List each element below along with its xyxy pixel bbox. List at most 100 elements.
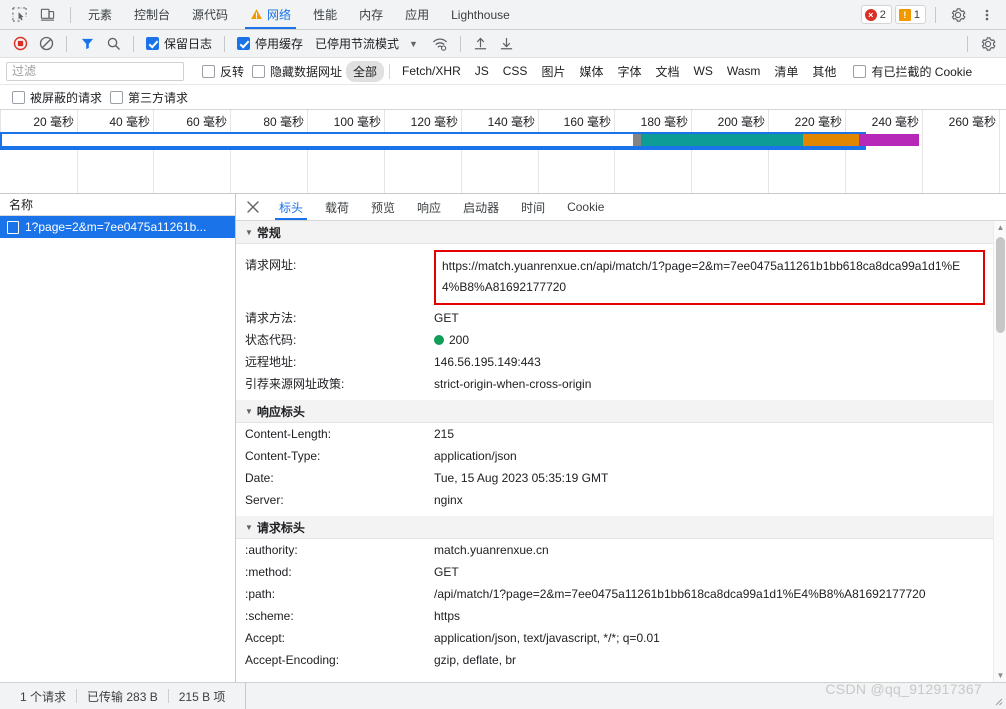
invert-checkbox[interactable]: 反转 <box>198 63 248 80</box>
tab-label: Lighthouse <box>451 7 510 22</box>
network-conditions-icon[interactable] <box>428 32 452 56</box>
row-value: strict-origin-when-cross-origin <box>434 377 592 391</box>
tab-label: 标头 <box>279 200 304 215</box>
filter-type-media[interactable]: 媒体 <box>572 61 610 82</box>
checkbox-box <box>110 90 124 104</box>
gear-icon[interactable] <box>945 2 971 28</box>
resize-grip-icon[interactable] <box>992 695 1004 707</box>
tab-label: 元素 <box>88 8 113 22</box>
disable-cache-checkbox[interactable]: 停用缓存 <box>233 35 307 52</box>
preserve-log-checkbox[interactable]: 保留日志 <box>142 35 216 52</box>
filter-input[interactable] <box>6 61 184 81</box>
filter-type-js[interactable]: JS <box>468 62 496 80</box>
record-stop-icon[interactable] <box>8 32 32 56</box>
blocked-cookies-checkbox[interactable]: 有已拦截的 Cookie <box>849 63 976 80</box>
section-response-headers-header[interactable]: ▼ 响应标头 <box>236 400 993 423</box>
network-filter-bar-secondary: 被屏蔽的请求 第三方请求 <box>0 85 1006 110</box>
section-request-headers-header[interactable]: ▼ 请求标头 <box>236 516 993 539</box>
tab-payload[interactable]: 载荷 <box>314 194 360 220</box>
more-vertical-icon[interactable] <box>974 2 1000 28</box>
overview-segment-dns <box>641 134 803 146</box>
filter-type-img[interactable]: 图片 <box>534 61 572 82</box>
filter-type-doc[interactable]: 文档 <box>648 61 686 82</box>
tab-memory[interactable]: 内存 <box>348 0 394 29</box>
third-party-checkbox[interactable]: 第三方请求 <box>106 89 192 106</box>
filter-type-other[interactable]: 其他 <box>805 61 843 82</box>
network-toolbar-right <box>961 32 1000 56</box>
row-key: :method: <box>245 565 292 579</box>
inspect-element-icon[interactable] <box>6 2 32 28</box>
scroll-up-arrow-icon[interactable]: ▲ <box>994 221 1006 234</box>
detail-vertical-scrollbar[interactable]: ▲ ▼ <box>993 221 1006 682</box>
tab-console[interactable]: 控制台 <box>123 0 181 29</box>
tab-timing[interactable]: 时间 <box>510 194 556 220</box>
disable-cache-label: 停用缓存 <box>255 37 304 51</box>
warning-count: 1 <box>913 8 920 21</box>
tab-lighthouse[interactable]: Lighthouse <box>440 0 521 29</box>
triangle-down-icon: ▼ <box>245 406 253 416</box>
warning-count-badge[interactable]: ! 1 <box>894 5 926 24</box>
filter-type-all[interactable]: 全部 <box>346 60 385 82</box>
devtools-main-tabs: 元素 控制台 源代码 网络 性能 内存 应用 Lighthouse <box>77 0 521 29</box>
filter-type-font[interactable]: 字体 <box>610 61 648 82</box>
filter-type-ws[interactable]: WS <box>687 62 720 80</box>
tab-cookie[interactable]: Cookie <box>556 194 615 220</box>
search-icon[interactable] <box>101 32 125 56</box>
hide-data-urls-checkbox[interactable]: 隐藏数据网址 <box>248 63 346 80</box>
row-value-wrap: https://match.yuanrenxue.cn/api/match/1?… <box>434 250 993 305</box>
tab-label: 网络 <box>267 8 292 22</box>
filter-type-wasm[interactable]: Wasm <box>720 62 768 80</box>
export-har-icon[interactable] <box>495 32 519 56</box>
tab-network[interactable]: 网络 <box>239 0 302 29</box>
network-filter-bar: 反转 隐藏数据网址 全部 Fetch/XHR JS CSS 图片 媒体 字体 文… <box>0 58 1006 85</box>
tabbar-right-controls: × 2 ! 1 <box>860 0 1006 29</box>
tab-response[interactable]: 响应 <box>406 194 452 220</box>
tab-sources[interactable]: 源代码 <box>181 0 239 29</box>
tab-label: 时间 <box>521 200 546 215</box>
request-name: 1?page=2&m=7ee0475a11261b... <box>25 220 207 234</box>
network-toolbar: 保留日志 停用缓存 已停用节流模式 ▼ <box>0 30 1006 58</box>
headers-scroll-area: ▼ 常规 请求网址: https://match.yuanrenxue.cn/a… <box>236 221 1006 682</box>
section-general-header[interactable]: ▼ 常规 <box>236 221 993 244</box>
scrollbar-thumb[interactable] <box>996 237 1005 333</box>
row-key: 请求方法: <box>245 311 297 325</box>
filter-type-manifest[interactable]: 清单 <box>767 61 805 82</box>
row-key: Content-Type: <box>245 449 321 463</box>
scroll-down-arrow-icon[interactable]: ▼ <box>994 669 1006 682</box>
throttling-select[interactable]: 已停用节流模式 <box>309 35 401 52</box>
timeline-tick-label: 180 毫秒 <box>640 115 688 129</box>
filter-type-fetch-xhr[interactable]: Fetch/XHR <box>395 62 468 80</box>
blocked-requests-label: 被屏蔽的请求 <box>30 90 103 105</box>
error-count-badge[interactable]: × 2 <box>860 5 892 24</box>
timeline-tick-label: 20 毫秒 <box>33 115 74 129</box>
import-har-icon[interactable] <box>469 32 493 56</box>
request-row[interactable]: 1?page=2&m=7ee0475a11261b... <box>0 216 235 238</box>
request-url-highlight[interactable]: https://match.yuanrenxue.cn/api/match/1?… <box>434 250 985 305</box>
network-overview-timeline[interactable]: 20 毫秒 40 毫秒 60 毫秒 80 毫秒 100 毫秒 120 毫秒 14… <box>0 110 1006 194</box>
row-key: Accept: <box>245 631 286 645</box>
tab-elements[interactable]: 元素 <box>77 0 123 29</box>
gear-icon[interactable] <box>976 32 1000 56</box>
row-value: /api/match/1?page=2&m=7ee0475a11261b1bb6… <box>434 587 926 601</box>
tabbar-right-divider <box>935 6 936 23</box>
device-toolbar-icon[interactable] <box>34 2 60 28</box>
warning-triangle-icon <box>250 8 263 21</box>
chevron-down-icon[interactable]: ▼ <box>403 39 426 49</box>
request-list-column-header[interactable]: 名称 <box>0 194 235 216</box>
tab-performance[interactable]: 性能 <box>302 0 348 29</box>
tab-preview[interactable]: 预览 <box>360 194 406 220</box>
section-title: 响应标头 <box>256 404 305 419</box>
tab-initiator[interactable]: 启动器 <box>452 194 510 220</box>
filter-icon[interactable] <box>75 32 99 56</box>
tab-label: 预览 <box>371 200 396 215</box>
close-icon[interactable] <box>238 194 268 220</box>
filter-type-css[interactable]: CSS <box>496 62 535 80</box>
status-resources: 215 B 项 <box>178 689 226 704</box>
clear-icon[interactable] <box>34 32 58 56</box>
row-referrer-policy: 引荐来源网址政策: strict-origin-when-cross-origi… <box>236 373 993 395</box>
tab-application[interactable]: 应用 <box>394 0 440 29</box>
row-key: :path: <box>245 587 276 601</box>
status-divider <box>167 689 169 703</box>
tab-headers[interactable]: 标头 <box>268 194 314 220</box>
blocked-requests-checkbox[interactable]: 被屏蔽的请求 <box>8 89 106 106</box>
